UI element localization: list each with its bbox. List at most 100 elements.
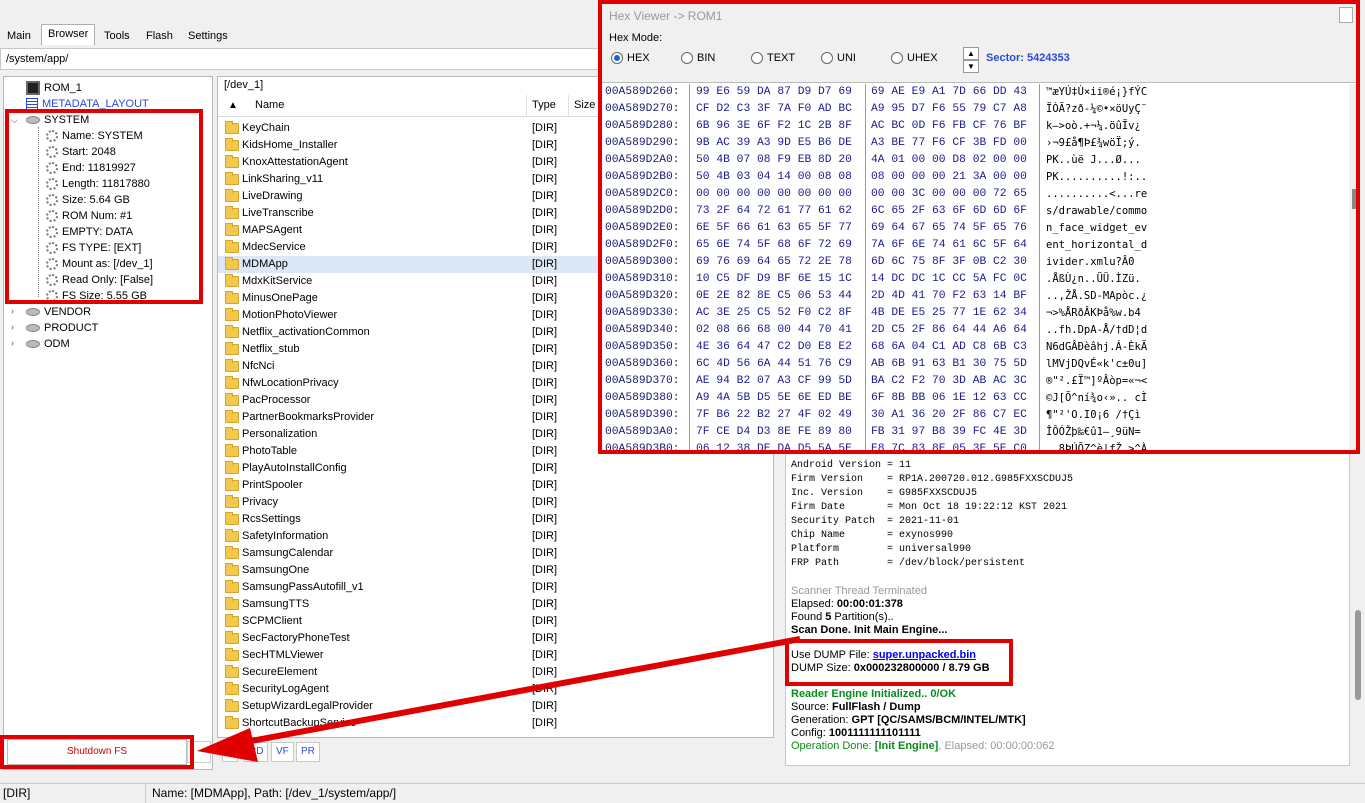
- file-row[interactable]: SafetyInformation [DIR]: [218, 528, 668, 545]
- hex-row[interactable]: 00A589D370: AE 94 B2 07 A3 CF 99 5D BA C2 …: [601, 373, 1346, 390]
- blank-button[interactable]: [222, 742, 238, 762]
- hex-row[interactable]: 00A589D280: 6B 96 3E 6F F2 1C 2B 8F AC BC …: [601, 118, 1346, 135]
- hex-row[interactable]: 00A589D260: 99 E6 59 DA 87 D9 D7 69 69 AE …: [601, 84, 1346, 101]
- tree-item-product[interactable]: PRODUCT: [26, 320, 98, 336]
- sector-label: Sector: 5424353: [986, 52, 1070, 64]
- file-row[interactable]: Privacy [DIR]: [218, 494, 668, 511]
- tree-prop-item[interactable]: Length: 11817880: [46, 176, 150, 192]
- hex-row[interactable]: 00A589D290: 9B AC 39 A3 9D E5 B6 DE A3 BE …: [601, 135, 1346, 152]
- sector-up-button[interactable]: ▲: [963, 47, 979, 60]
- file-row[interactable]: SamsungTTS [DIR]: [218, 596, 668, 613]
- tree-prop-item[interactable]: FS Size: 5.55 GB: [46, 288, 147, 304]
- hex-row[interactable]: 00A589D3A0: 7F CE D4 D3 8E FE 89 80 FB 31 …: [601, 424, 1346, 441]
- chevron-right-icon[interactable]: ›: [11, 306, 14, 316]
- hex-scrollbar[interactable]: [1349, 84, 1359, 451]
- file-row[interactable]: SecureElement [DIR]: [218, 664, 668, 681]
- file-name: KeyChain: [242, 122, 290, 134]
- shutdown-fs-button[interactable]: Shutdown FS: [7, 739, 187, 765]
- tree-prop-item[interactable]: Start: 2048: [46, 144, 116, 160]
- file-row[interactable]: SecFactoryPhoneTest [DIR]: [218, 630, 668, 647]
- file-row[interactable]: PlayAutoInstallConfig [DIR]: [218, 460, 668, 477]
- sort-asc-icon[interactable]: ▲: [228, 100, 238, 111]
- file-row[interactable]: RcsSettings [DIR]: [218, 511, 668, 528]
- vf-button[interactable]: VF: [271, 742, 294, 762]
- hex-row[interactable]: 00A589D390: 7F B6 22 B2 27 4F 02 49 30 A1 …: [601, 407, 1346, 424]
- hex-address: 00A589D2A0:: [605, 154, 680, 166]
- hex-row[interactable]: 00A589D320: 0E 2E 82 8E C5 06 53 44 2D 4D …: [601, 288, 1346, 305]
- hex-row[interactable]: 00A589D3B0: 06 12 38 DE DA D5 5A 5E E8 7C …: [601, 441, 1346, 451]
- tree-prop-item[interactable]: Mount as: [/dev_1]: [46, 256, 153, 272]
- path-input[interactable]: /system/app/: [0, 48, 600, 70]
- dump-file-link[interactable]: super.unpacked.bin: [873, 649, 976, 661]
- chevron-right-icon[interactable]: ›: [11, 338, 14, 348]
- found-suffix: Partition(s)..: [831, 611, 894, 623]
- hex-row[interactable]: 00A589D380: A9 4A 5B D5 5E 6E ED BE 6F 8B …: [601, 390, 1346, 407]
- tree-item-metadata[interactable]: METADATA_LAYOUT: [26, 96, 149, 112]
- hex-address: 00A589D3A0:: [605, 426, 680, 438]
- tree-prop-item[interactable]: FS TYPE: [EXT]: [46, 240, 141, 256]
- tree-prop-item[interactable]: ROM Num: #1: [46, 208, 132, 224]
- file-row[interactable]: SetupWizardLegalProvider [DIR]: [218, 698, 668, 715]
- mode-radio-uni[interactable]: UNI: [821, 52, 856, 65]
- file-row[interactable]: SamsungCalendar [DIR]: [218, 545, 668, 562]
- hex-row[interactable]: 00A589D350: 4E 36 64 47 C2 D0 E8 E2 68 6A …: [601, 339, 1346, 356]
- column-type[interactable]: Type: [532, 99, 556, 111]
- pr-button[interactable]: PR: [296, 742, 320, 762]
- log-scrollbar[interactable]: [1352, 440, 1364, 766]
- file-row[interactable]: SamsungOne [DIR]: [218, 562, 668, 579]
- shutdown-side-field[interactable]: [187, 741, 211, 763]
- hex-row[interactable]: 00A589D360: 6C 4D 56 6A 44 51 76 C9 AB 6B …: [601, 356, 1346, 373]
- disk-icon: [26, 116, 40, 125]
- rd-button[interactable]: RD: [244, 742, 269, 762]
- chevron-right-icon[interactable]: ›: [11, 322, 14, 332]
- tab-settings[interactable]: Settings: [181, 26, 235, 44]
- hex-address: 00A589D2E0:: [605, 222, 680, 234]
- file-row[interactable]: ShortcutBackupService [DIR]: [218, 715, 668, 732]
- tab-browser[interactable]: Browser: [41, 24, 96, 45]
- tree-prop-item[interactable]: EMPTY: DATA: [46, 224, 133, 240]
- hex-ascii: PK..ùë J...Ø...: [1046, 154, 1141, 166]
- tree-prop-item[interactable]: End: 11819927: [46, 160, 136, 176]
- chevron-down-icon[interactable]: ⌵: [11, 115, 18, 126]
- hex-row[interactable]: 00A589D330: AC 3E 25 C5 52 F0 C2 8F 4B DE …: [601, 305, 1346, 322]
- file-row[interactable]: SCPMClient [DIR]: [218, 613, 668, 630]
- mode-radio-hex[interactable]: HEX: [611, 52, 650, 65]
- hex-row[interactable]: 00A589D2F0: 65 6E 74 5F 68 6F 72 69 7A 6F …: [601, 237, 1346, 254]
- hex-row[interactable]: 00A589D2C0: 00 00 00 00 00 00 00 00 00 00 …: [601, 186, 1346, 203]
- file-row[interactable]: PrintSpooler [DIR]: [218, 477, 668, 494]
- folder-icon: [225, 257, 239, 270]
- tree-prop-item[interactable]: Read Only: [False]: [46, 272, 153, 288]
- disk-icon: [26, 324, 40, 333]
- tree-item-vendor[interactable]: VENDOR: [26, 304, 91, 320]
- tab-main[interactable]: Main: [0, 26, 38, 44]
- hex-row[interactable]: 00A589D340: 02 08 66 68 00 44 70 41 2D C5 …: [601, 322, 1346, 339]
- folder-icon: [225, 444, 239, 457]
- column-name[interactable]: Name: [255, 99, 284, 111]
- sector-down-button[interactable]: ▼: [963, 60, 979, 73]
- tab-flash[interactable]: Flash: [139, 26, 180, 44]
- tab-tools[interactable]: Tools: [97, 26, 137, 44]
- mode-radio-bin[interactable]: BIN: [681, 52, 715, 65]
- mode-radio-text[interactable]: TEXT: [751, 52, 795, 65]
- file-row[interactable]: SamsungPassAutofill_v1 [DIR]: [218, 579, 668, 596]
- hex-row[interactable]: 00A589D270: CF D2 C3 3F 7A F0 AD BC A9 95 …: [601, 101, 1346, 118]
- hex-row[interactable]: 00A589D2D0: 73 2F 64 72 61 77 61 62 6C 65 …: [601, 203, 1346, 220]
- tree-prop-label: FS TYPE: [EXT]: [62, 242, 142, 254]
- tree-item-rom[interactable]: ROM_1: [26, 80, 82, 96]
- hex-row[interactable]: 00A589D2B0: 50 4B 03 04 14 00 08 08 08 00 …: [601, 169, 1346, 186]
- mode-radio-uhex[interactable]: UHEX: [891, 52, 938, 65]
- hex-row[interactable]: 00A589D2E0: 6E 5F 66 61 63 65 5F 77 69 64 …: [601, 220, 1346, 237]
- hex-row[interactable]: 00A589D2A0: 50 4B 07 08 F9 EB 8D 20 4A 01 …: [601, 152, 1346, 169]
- hex-viewer-title: Hex Viewer -> ROM1: [609, 9, 723, 23]
- tree-prop-item[interactable]: Size: 5.64 GB: [46, 192, 130, 208]
- file-name: PhotoTable: [242, 445, 298, 457]
- tree-item-odm[interactable]: ODM: [26, 336, 70, 352]
- tree-item-system[interactable]: SYSTEM: [26, 112, 89, 128]
- hex-row[interactable]: 00A589D310: 10 C5 DF D9 BF 6E 15 1C 14 DC …: [601, 271, 1346, 288]
- close-button[interactable]: [1339, 7, 1353, 23]
- tree-prop-item[interactable]: Name: SYSTEM: [46, 128, 143, 144]
- column-size[interactable]: Size: [574, 99, 595, 111]
- file-row[interactable]: SecHTMLViewer [DIR]: [218, 647, 668, 664]
- file-row[interactable]: SecurityLogAgent [DIR]: [218, 681, 668, 698]
- hex-row[interactable]: 00A589D300: 69 76 69 64 65 72 2E 78 6D 6C …: [601, 254, 1346, 271]
